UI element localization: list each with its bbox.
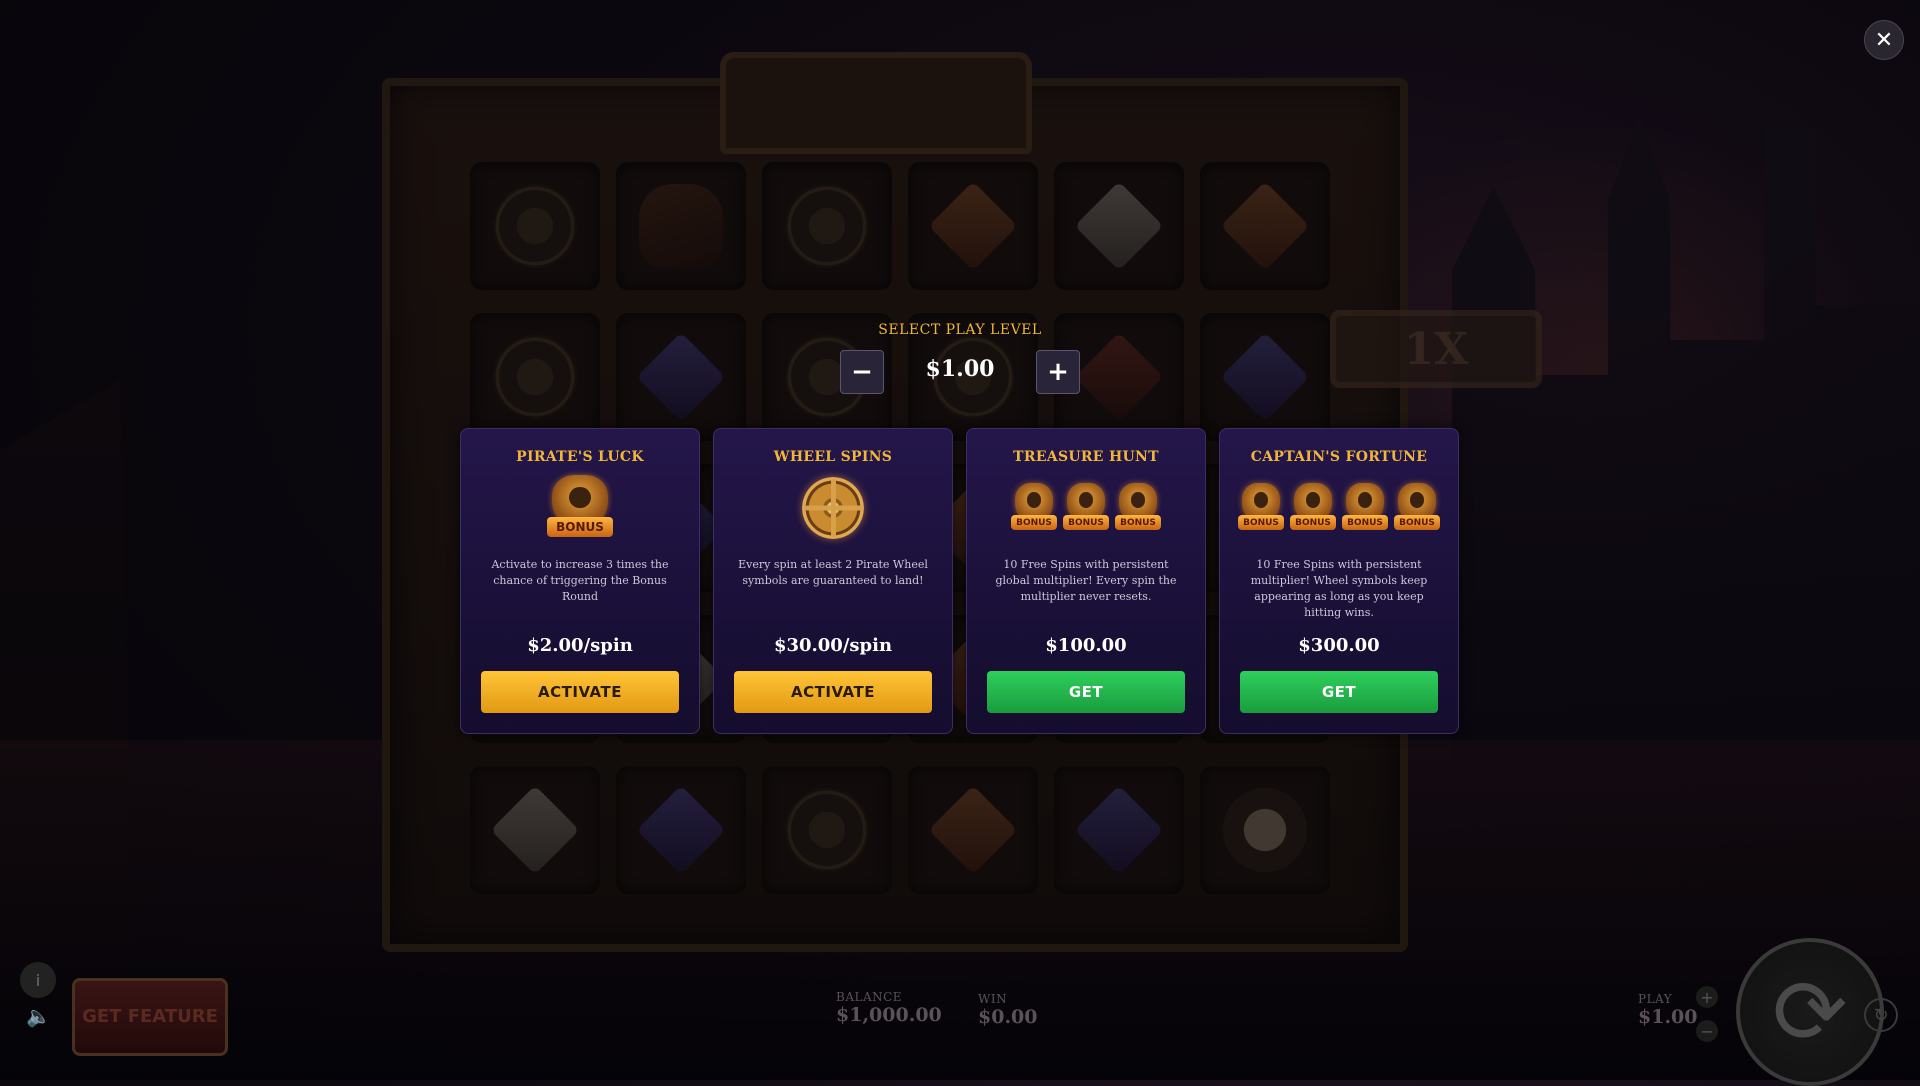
bonus-badge-label: BONUS	[1342, 515, 1388, 530]
feature-description: 10 Free Spins with persistent global mul…	[995, 558, 1177, 603]
autoplay-button[interactable]: ↻	[1864, 998, 1898, 1032]
decrease-play-level-button[interactable]: −	[840, 350, 884, 394]
get-feature-button[interactable]: GET FEATURE	[72, 978, 228, 1056]
feature-description: Activate to increase 3 times the chance …	[491, 558, 669, 603]
feature-price: $100.00	[1045, 635, 1127, 656]
feature-card: PIRATE'S LUCK BONUS Activate to increase 3…	[460, 428, 700, 734]
feature-icons: BONUS	[461, 473, 699, 543]
play-level-value: $1.00	[925, 356, 995, 382]
bonus-badge-label: BONUS	[547, 517, 613, 538]
bonus-badge-label: BONUS	[1238, 515, 1284, 530]
bonus-badge-label: BONUS	[1394, 515, 1440, 530]
activate-button[interactable]: ACTIVATE	[734, 671, 932, 713]
bet-decrease-button[interactable]: −	[1696, 1020, 1718, 1042]
bonus-badge-label: BONUS	[1011, 515, 1057, 530]
feature-description: Every spin at least 2 Pirate Wheel symbo…	[738, 558, 928, 587]
bonus-badge-label: BONUS	[1290, 515, 1336, 530]
feature-title: CAPTAIN'S FORTUNE	[1250, 449, 1428, 465]
play-level-selector: SELECT PLAY LEVEL − $1.00 +	[840, 322, 1080, 394]
feature-cards: PIRATE'S LUCK BONUS Activate to increase 3…	[460, 428, 1460, 734]
bonus-badge-icon: BONUS	[1394, 483, 1440, 533]
bonus-badge-icon: BONUS	[1063, 483, 1109, 533]
bonus-badge-icon: BONUS	[1011, 483, 1057, 533]
increase-play-level-button[interactable]: +	[1036, 350, 1080, 394]
feature-price: $2.00/spin	[527, 635, 633, 656]
bonus-badge-icon: BONUS	[1342, 483, 1388, 533]
get-feature-card-button[interactable]: GET	[987, 671, 1185, 713]
bet-increase-button[interactable]: +	[1696, 986, 1718, 1008]
spin-button[interactable]: ⟳	[1736, 938, 1884, 1086]
feature-icons: BONUS BONUS BONUS BONUS	[1220, 473, 1458, 543]
bonus-badge-icon: BONUS	[547, 475, 613, 541]
feature-title: TREASURE HUNT	[1013, 449, 1159, 465]
info-button[interactable]: i	[20, 962, 56, 998]
play-level-row: − $1.00 +	[840, 350, 1080, 394]
feature-price: $300.00	[1298, 635, 1380, 656]
bonus-badge-label: BONUS	[1063, 515, 1109, 530]
feature-title: PIRATE'S LUCK	[516, 449, 644, 465]
bonus-badge-icon: BONUS	[1115, 483, 1161, 533]
close-button[interactable]: ✕	[1864, 20, 1904, 60]
bonus-badge-icon: BONUS	[1238, 483, 1284, 533]
bonus-badge-icon: BONUS	[1290, 483, 1336, 533]
feature-icons: BONUS BONUS BONUS	[967, 473, 1205, 543]
feature-icons	[714, 473, 952, 543]
sound-icon[interactable]: 🔈	[26, 1004, 52, 1030]
play-level-label: SELECT PLAY LEVEL	[878, 322, 1042, 338]
feature-price: $30.00/spin	[773, 635, 893, 656]
feature-card: CAPTAIN'S FORTUNE BONUS BONUS BONUS BONUS 10 …	[1219, 428, 1459, 734]
pirate-wheel-icon	[802, 477, 864, 539]
activate-button[interactable]: ACTIVATE	[481, 671, 679, 713]
feature-title: WHEEL SPINS	[773, 449, 893, 465]
feature-description: 10 Free Spins with persistent multiplier…	[1250, 558, 1428, 619]
bonus-badge-label: BONUS	[1115, 515, 1161, 530]
feature-card: TREASURE HUNT BONUS BONUS BONUS 10 Free Spin…	[966, 428, 1206, 734]
feature-card: WHEEL SPINS Every spin at least 2 Pirate …	[713, 428, 953, 734]
get-feature-card-button[interactable]: GET	[1240, 671, 1438, 713]
